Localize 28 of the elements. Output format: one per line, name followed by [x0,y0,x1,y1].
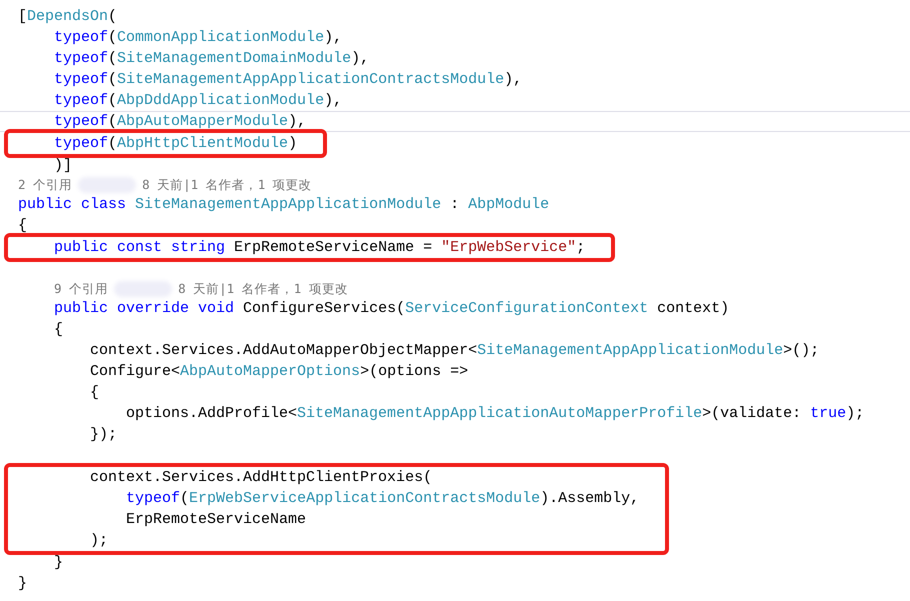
code-line: typeof(CommonApplicationModule), [53,28,342,48]
code-line: ); [89,531,108,551]
code-line: ErpRemoteServiceName [125,510,306,530]
change-history[interactable]: 8 天前|1 名作者，1 项更改 [178,280,348,298]
code-line: { [53,320,64,340]
code-line: public class SiteManagementAppApplicationModule : AbpModule [18,195,550,215]
code-line: typeof(AbpAutoMapperModule), [53,112,306,131]
reference-count[interactable]: 9 个引用 [54,280,108,298]
code-line: }); [89,425,118,445]
code-line: public override void ConfigureServices(ServiceConfigurationContext context) [53,299,730,319]
code-line: typeof(AbpHttpClientModule) [53,134,298,154]
reference-count[interactable]: 2 个引用 [18,176,72,194]
code-line: Configure<AbpAutoMapperOptions>(options => [89,362,468,382]
code-line: )] [53,156,72,176]
code-line: typeof(SiteManagementAppApplicationContractsModule), [53,70,522,90]
change-history[interactable]: 8 天前|1 名作者，1 项更改 [142,176,312,194]
code-line: { [18,216,28,236]
code-line: [DependsOn( [18,7,118,27]
code-line: } [18,574,28,594]
code-line: } [53,553,64,573]
code-line: options.AddProfile<SiteManagementAppApplicationAutoMapperProfile>(validate: true); [125,404,864,424]
code-line: context.Services.AddAutoMapperObjectMapper<SiteManagementAppApplicationModule>(); [89,341,820,361]
code-line: public const string ErpRemoteServiceName = "ErpWebService"; [53,238,586,258]
code-line: context.Services.AddHttpClientProxies( [89,468,432,488]
code-line: { [89,383,100,403]
code-line: typeof(ErpWebServiceApplicationContractsModule).Assembly, [125,489,640,509]
code-line: typeof(AbpDddApplicationModule), [53,91,342,111]
code-line: typeof(SiteManagementDomainModule), [53,49,370,69]
